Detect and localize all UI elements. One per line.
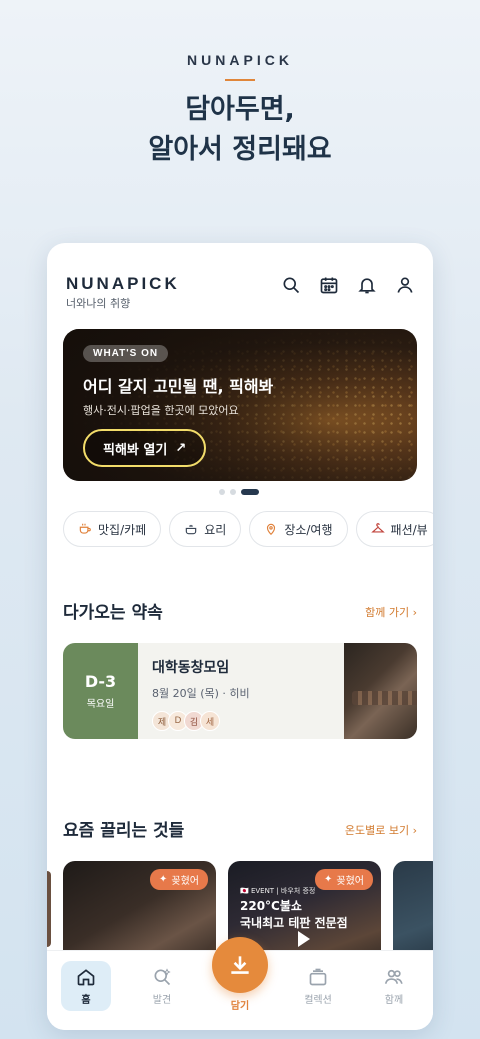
open-pick-button-label: 픽해봐 열기 <box>103 442 168 458</box>
tab-discover[interactable]: 발견 <box>137 961 187 1011</box>
app-logo: NUNAPICK <box>66 274 180 293</box>
chip-place-travel[interactable]: 장소/여행 <box>249 511 348 547</box>
chip-fashion-beauty[interactable]: 패션/뷰 <box>355 511 433 547</box>
cup-icon <box>79 523 91 534</box>
location-pin-icon <box>267 523 276 536</box>
status-badge: ✦ 꽂혔어 <box>315 869 373 890</box>
people-icon <box>384 969 403 984</box>
collection-icon <box>309 968 327 985</box>
arrow-up-right-icon: ↗ <box>175 440 187 456</box>
bottom-tab-bar: 홈 발견 담기 컬렉션 함께 <box>47 937 433 1030</box>
member-avatars: 제 D 김 세 <box>152 711 330 731</box>
open-pick-button[interactable]: 픽해봐 열기 ↗ <box>83 429 207 467</box>
home-icon <box>77 968 95 985</box>
tab-label: 홈 <box>81 994 91 1006</box>
dday-count: D-3 <box>84 672 117 691</box>
appointment-name: 대학동창모임 <box>152 660 230 676</box>
play-icon[interactable] <box>298 931 310 947</box>
app-tagline: 너와나의 취향 <box>66 297 131 310</box>
save-label: 담기 <box>230 1001 250 1012</box>
dday-weekday: 목요일 <box>86 699 115 710</box>
promo-divider <box>225 79 255 81</box>
save-button[interactable] <box>212 937 268 993</box>
category-chips: 맛집/카페 요리 장소/여행 패션/뷰 <box>63 511 433 547</box>
appointment-card[interactable]: D-3 목요일 대학동창모임 8월 20일 (목) · 히비 제 D 김 세 <box>63 643 417 739</box>
status-badge-label: 꽂혔어 <box>336 876 364 887</box>
whats-on-banner[interactable]: WHAT'S ON 어디 갈지 고민될 땐, 픽해봐 행사·전시·팝업을 한곳에… <box>63 329 417 481</box>
appointment-info: 대학동창모임 8월 20일 (목) · 히비 제 D 김 세 <box>138 643 344 739</box>
status-badge: ✦ 꽂혔어 <box>150 869 208 890</box>
calendar-icon[interactable] <box>319 275 339 295</box>
trending-link[interactable]: 온도별로 보기 › <box>345 822 417 838</box>
chip-label: 요리 <box>204 522 227 537</box>
chip-label: 패션/뷰 <box>390 522 428 537</box>
chip-label: 맛집/카페 <box>98 522 147 537</box>
app-screen: NUNAPICK 너와나의 취향 WHAT'S ON 어디 갈지 고민될 땐, … <box>47 243 433 1030</box>
card-headline-line1: 220°C불쇼 <box>240 899 302 913</box>
upcoming-title: 다가오는 약속 <box>63 603 163 623</box>
download-icon <box>231 956 249 974</box>
appointment-meta: 8월 20일 (목) · 히비 <box>152 687 250 700</box>
chip-label: 장소/여행 <box>284 522 333 537</box>
banner-badge: WHAT'S ON <box>83 345 169 362</box>
promo-headline-line1: 담아두면, <box>185 94 295 125</box>
pin-icon: ✦ <box>324 874 333 885</box>
banner-subtitle: 행사·전시·팝업을 한곳에 모았어요 <box>83 404 239 417</box>
carousel-dot[interactable] <box>219 489 225 495</box>
discover-search-icon <box>154 967 171 985</box>
card-headline: 220°C불쇼 국내최고 테판 전문점 <box>240 898 348 932</box>
upcoming-link[interactable]: 함께 가기 › <box>365 604 417 620</box>
promo-brand: NUNAPICK <box>187 52 293 68</box>
promo-headline-line2: 알아서 정리돼요 <box>148 134 332 165</box>
trending-title: 요즘 끌리는 것들 <box>63 821 185 841</box>
chip-cooking[interactable]: 요리 <box>169 511 242 547</box>
tab-home[interactable]: 홈 <box>61 961 111 1011</box>
chip-food-cafe[interactable]: 맛집/카페 <box>63 511 162 547</box>
status-badge-label: 꽂혔어 <box>171 876 199 887</box>
pot-icon <box>185 524 197 535</box>
header-actions <box>281 275 415 295</box>
bell-icon[interactable] <box>357 275 377 295</box>
search-icon[interactable] <box>281 275 301 295</box>
card-peek <box>47 871 51 947</box>
appointment-thumbnail <box>344 643 417 739</box>
banner-title: 어디 갈지 고민될 땐, 픽해봐 <box>83 377 274 396</box>
dday-badge: D-3 목요일 <box>63 643 138 739</box>
promo-headline: 담아두면, 알아서 정리돼요 <box>0 90 480 170</box>
tab-together[interactable]: 함께 <box>369 961 419 1011</box>
hanger-icon <box>370 523 385 533</box>
carousel-indicator[interactable] <box>219 489 259 495</box>
avatar: 세 <box>200 711 220 731</box>
tab-label: 컬렉션 <box>304 994 332 1006</box>
card-headline-line2: 국내최고 테판 전문점 <box>240 916 348 930</box>
pin-icon: ✦ <box>159 874 168 885</box>
carousel-dot[interactable] <box>230 489 236 495</box>
card-event-label: 🇯🇵 EVENT | 바우처 증정 <box>240 887 316 895</box>
tab-label: 함께 <box>384 994 404 1006</box>
profile-icon[interactable] <box>395 275 415 295</box>
tab-label: 발견 <box>152 994 172 1006</box>
tab-collection[interactable]: 컬렉션 <box>293 961 343 1011</box>
carousel-dot-active[interactable] <box>241 489 259 495</box>
